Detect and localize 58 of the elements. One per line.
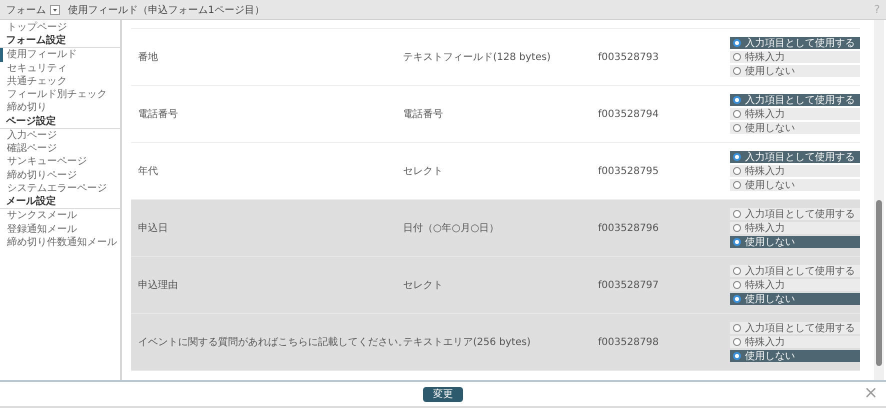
radio-option[interactable]: 使用しない <box>730 179 860 191</box>
radio-option[interactable]: 入力項目として使用する <box>730 94 860 106</box>
dropdown-icon[interactable] <box>50 4 60 14</box>
radio-option[interactable]: 特殊入力 <box>730 222 860 234</box>
sidebar-item[interactable]: 入力ページ <box>0 128 120 142</box>
scrollbar[interactable] <box>874 20 884 380</box>
field-name: 年代 <box>138 165 159 178</box>
sidebar-item[interactable]: システムエラーページ <box>0 182 120 196</box>
field-type: 日付（○年○月○日） <box>403 222 500 235</box>
radio-option[interactable]: 使用しない <box>730 122 860 134</box>
window-title: 使用フィールド（申込フォーム1ページ目） <box>68 4 264 16</box>
sidebar-item[interactable]: 締め切りページ <box>0 168 120 182</box>
field-name: 電話番号 <box>138 108 179 121</box>
sidebar-item[interactable]: フィールド別チェック <box>0 88 120 102</box>
sidebar-item[interactable]: 締め切り <box>0 101 120 115</box>
menu-label[interactable]: フォーム <box>6 2 46 16</box>
field-id: f003528797 <box>598 280 660 290</box>
radio-option[interactable]: 特殊入力 <box>730 108 860 120</box>
sidebar-item[interactable]: 確認ページ <box>0 142 120 156</box>
radio-option[interactable]: 特殊入力 <box>730 165 860 177</box>
field-name: 申込日 <box>138 222 169 235</box>
field-name: イベントに関する質問があればこちらに記載してください。 <box>138 336 403 349</box>
sidebar-item[interactable]: 登録通知メール <box>0 222 120 236</box>
field-type: 電話番号 <box>403 108 444 121</box>
change-button[interactable]: 変更 <box>423 386 463 402</box>
sidebar-item[interactable]: セキュリティ <box>0 62 120 75</box>
field-type: テキストエリア(256 bytes) <box>403 336 532 349</box>
field-id: f003528794 <box>598 108 660 120</box>
field-name: 申込理由 <box>138 278 179 292</box>
sidebar-item[interactable]: サンクスメール <box>0 209 120 223</box>
radio-option[interactable]: 使用しない <box>730 236 860 248</box>
radio-option[interactable]: 特殊入力 <box>730 336 860 348</box>
field-id: f003528798 <box>598 336 660 348</box>
field-type: セレクト <box>403 165 444 178</box>
sidebar-heading: フォーム設定 <box>0 34 120 48</box>
field-id: f003528795 <box>598 166 660 176</box>
field-type: テキストフィールド(128 bytes) <box>403 51 552 64</box>
sidebar-item[interactable]: トップページ <box>0 21 120 34</box>
radio-option[interactable]: 使用しない <box>730 350 860 362</box>
radio-option[interactable]: 特殊入力 <box>730 51 860 63</box>
field-id: f003528796 <box>598 222 660 234</box>
sidebar-item[interactable]: 締め切り件数通知メール <box>0 236 120 250</box>
radio-option[interactable]: 使用しない <box>730 65 860 77</box>
radio-option[interactable]: 入力項目として使用する <box>730 265 860 277</box>
field-type: セレクト <box>403 279 444 292</box>
sidebar-heading: メール設定 <box>0 195 120 210</box>
field-id: f003528793 <box>598 52 660 62</box>
radio-option[interactable]: 特殊入力 <box>730 279 860 291</box>
radio-option[interactable]: 入力項目として使用する <box>730 37 860 49</box>
sidebar-item[interactable]: 使用フィールド <box>0 48 120 62</box>
field-name: 番地 <box>138 50 159 64</box>
radio-option[interactable]: 使用しない <box>730 293 860 305</box>
radio-option[interactable]: 入力項目として使用する <box>730 322 860 334</box>
radio-option[interactable]: 入力項目として使用する <box>730 151 860 163</box>
sidebar-item[interactable]: サンキューページ <box>0 155 120 169</box>
sidebar-heading: ページ設定 <box>0 114 120 129</box>
sidebar-item[interactable]: 共通チェック <box>0 74 120 88</box>
radio-option[interactable]: 入力項目として使用する <box>730 208 860 220</box>
